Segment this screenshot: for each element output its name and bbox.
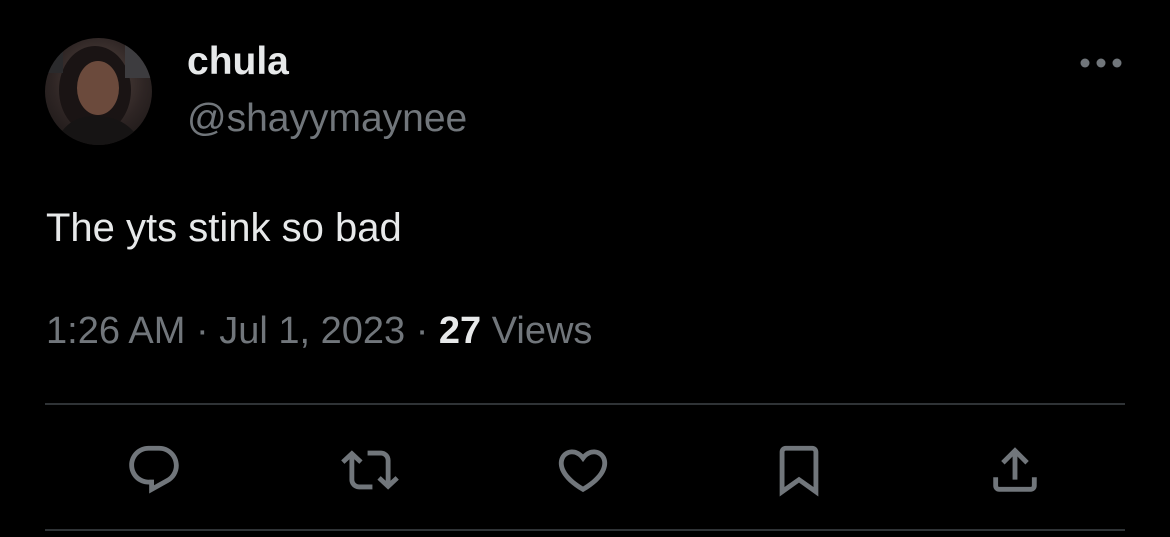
avatar-image (45, 38, 152, 145)
retweet-button[interactable] (341, 441, 399, 499)
reply-button[interactable] (125, 441, 183, 499)
meta-separator: · (415, 310, 429, 352)
views-count[interactable]: 27 (439, 310, 481, 352)
divider (45, 403, 1125, 405)
like-button[interactable] (554, 441, 612, 499)
heart-icon (558, 449, 608, 493)
retweet-icon (341, 450, 399, 490)
views-label: Views (491, 310, 593, 352)
tweet-metadata: 1:26 AM · Jul 1, 2023 · 27 Views (46, 310, 593, 353)
bookmark-icon (779, 445, 819, 497)
tweet-text: The yts stink so bad (46, 206, 402, 250)
share-button[interactable] (986, 441, 1044, 499)
meta-separator: · (195, 310, 209, 352)
tweet-date[interactable]: Jul 1, 2023 (219, 310, 405, 352)
display-name[interactable]: chula (187, 42, 289, 81)
reply-icon (129, 445, 179, 494)
bookmark-button[interactable] (770, 441, 828, 499)
share-icon (993, 447, 1037, 492)
avatar[interactable] (45, 38, 152, 145)
divider (45, 529, 1125, 531)
more-options-icon[interactable] (1079, 56, 1123, 70)
username-handle[interactable]: @shayymaynee (187, 99, 467, 138)
tweet-time[interactable]: 1:26 AM (46, 310, 185, 352)
